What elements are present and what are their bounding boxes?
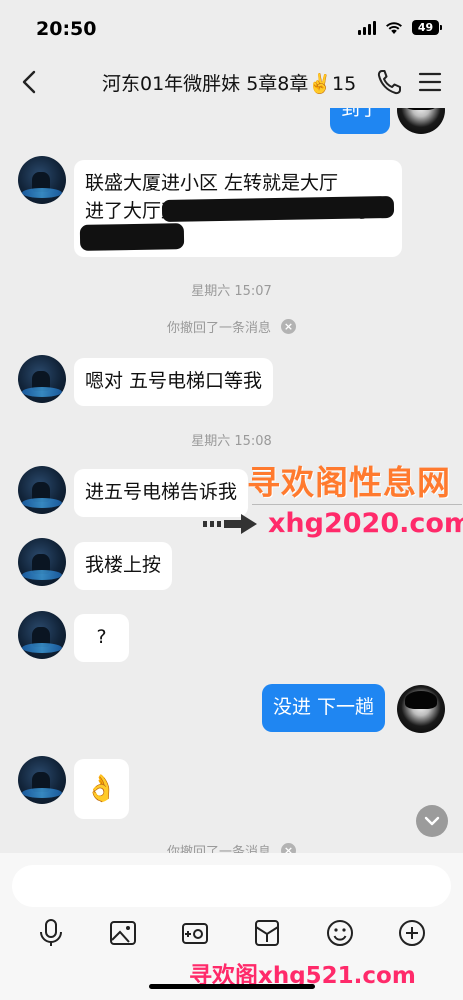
contact-avatar[interactable]	[18, 538, 66, 586]
message-text: 嗯对 五号电梯口等我	[85, 370, 263, 392]
message-text: 我楼上按	[85, 554, 162, 576]
message-text: 没进 下一趟	[273, 696, 375, 718]
contact-avatar[interactable]	[18, 466, 66, 514]
redaction-mark	[79, 223, 185, 251]
status-bar: 20:50 49	[0, 0, 463, 56]
camera-button[interactable]	[180, 918, 210, 948]
phone-button[interactable]	[376, 68, 402, 96]
home-indicator[interactable]	[149, 984, 315, 989]
redaction-mark	[161, 195, 395, 223]
chat-title: 河东01年微胖妹 5章8章✌️15	[102, 73, 357, 95]
message-received[interactable]: 进五号电梯告诉我	[74, 469, 249, 517]
message-received[interactable]: 我楼上按	[74, 542, 173, 590]
message-text-line: 联盛大厦进小区 左转就是大厅	[85, 172, 339, 194]
menu-icon	[418, 72, 442, 92]
envelope-icon	[255, 920, 279, 946]
more-button[interactable]	[397, 918, 427, 948]
watermark-divider	[252, 504, 462, 505]
my-avatar[interactable]	[397, 685, 445, 733]
close-icon[interactable]: ×	[281, 843, 296, 853]
chevron-left-icon	[22, 70, 36, 94]
contact-avatar[interactable]	[18, 756, 66, 804]
message-text: 到了	[341, 108, 380, 120]
message-received[interactable]: 👌	[74, 759, 129, 819]
chevron-down-icon	[424, 816, 440, 826]
recall-text: 你撤回了一条消息	[166, 845, 271, 853]
emoji-button[interactable]	[325, 918, 355, 948]
back-button[interactable]	[16, 68, 44, 96]
camera-icon	[182, 923, 208, 944]
my-avatar[interactable]	[397, 108, 445, 134]
message-received[interactable]: ?	[74, 614, 129, 662]
scroll-down-button[interactable]	[416, 805, 448, 837]
timestamp: 星期六 15:07	[191, 284, 272, 299]
microphone-icon	[40, 919, 62, 946]
watermark-text: 寻欢阁性息网	[247, 463, 451, 502]
phone-icon	[377, 70, 401, 95]
image-button[interactable]	[108, 918, 138, 948]
battery-icon: 49	[412, 20, 442, 35]
plus-circle-icon	[399, 920, 425, 946]
red-packet-button[interactable]	[252, 918, 282, 948]
status-time: 20:50	[36, 18, 97, 40]
message-text: 👌	[85, 774, 118, 804]
recall-text: 你撤回了一条消息	[166, 321, 271, 336]
wifi-icon	[385, 21, 403, 35]
timestamp: 星期六 15:08	[191, 434, 272, 449]
image-icon	[110, 921, 136, 945]
close-icon[interactable]: ×	[281, 319, 296, 334]
recall-notice: 你撤回了一条消息 ×	[0, 841, 463, 853]
message-text: ?	[96, 626, 107, 648]
smiley-icon	[327, 920, 353, 946]
status-icons: 49	[358, 20, 442, 35]
arrow-right-icon	[203, 514, 257, 534]
recall-notice: 你撤回了一条消息 ×	[0, 317, 463, 336]
chat-header: 河东01年微胖妹 5章8章✌️15	[0, 56, 463, 108]
voice-button[interactable]	[36, 918, 66, 948]
contact-avatar[interactable]	[18, 355, 66, 403]
contact-avatar[interactable]	[18, 156, 66, 204]
watermark-url: xhg2020.com	[268, 508, 463, 539]
message-text: 进五号电梯告诉我	[85, 481, 238, 503]
message-input[interactable]	[12, 865, 451, 907]
signal-icon	[358, 20, 376, 35]
menu-button[interactable]	[418, 70, 442, 94]
message-list[interactable]: 到了 联盛大厦进小区 左转就是大厅 进了大厅直接右转走到头就是五号 星期六 15…	[0, 108, 463, 853]
message-sent[interactable]: 没进 下一趟	[262, 684, 386, 732]
message-sent[interactable]: 到了	[330, 108, 391, 134]
contact-avatar[interactable]	[18, 611, 66, 659]
message-received[interactable]: 嗯对 五号电梯口等我	[74, 358, 274, 406]
